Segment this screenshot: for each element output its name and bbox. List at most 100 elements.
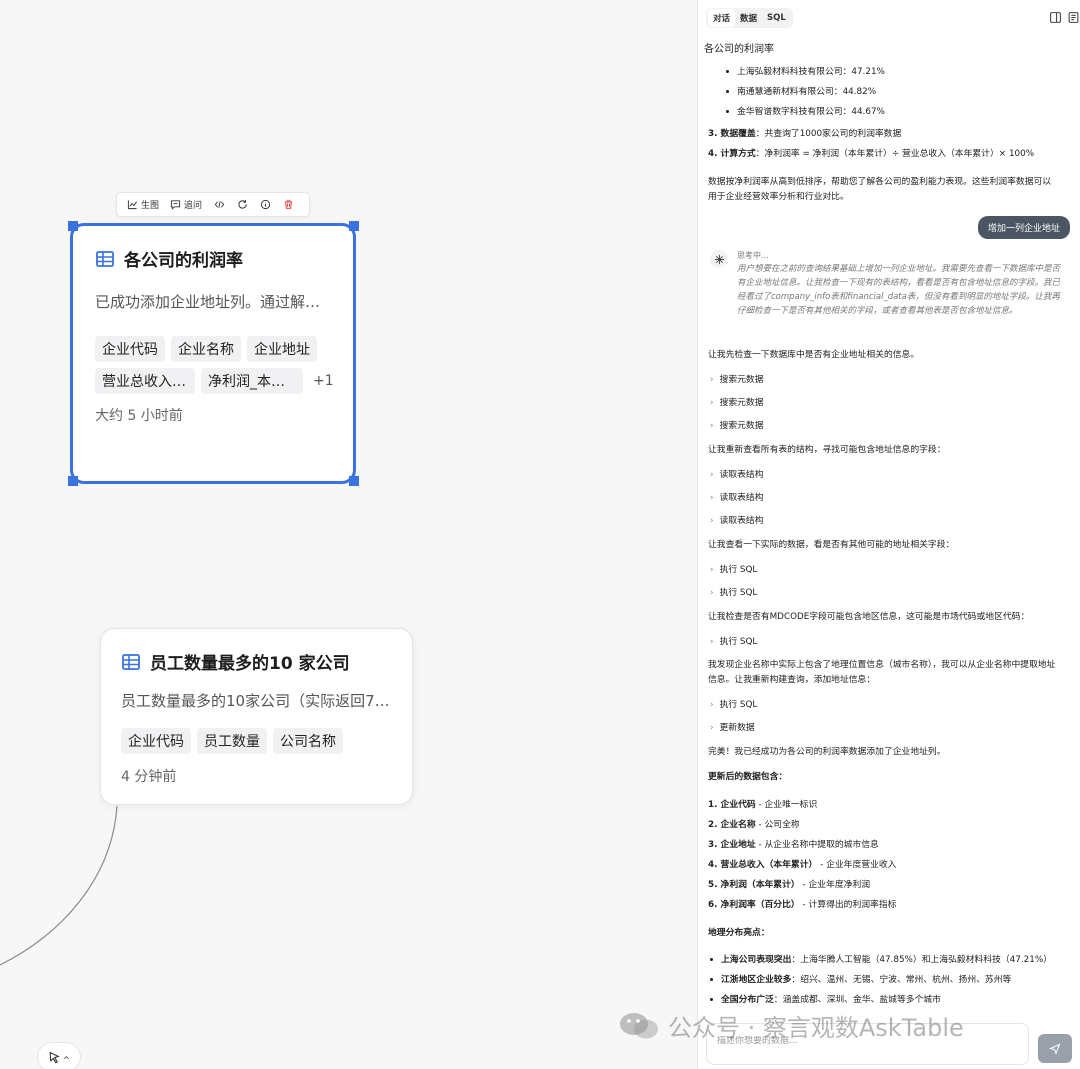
tool-call-execute-sql[interactable]: › 执行 SQL bbox=[710, 563, 757, 577]
resize-handle-top-right[interactable] bbox=[349, 221, 359, 231]
resize-handle-top-left[interactable] bbox=[68, 221, 78, 231]
tool-call-update-data[interactable]: › 更新数据 bbox=[710, 721, 755, 735]
summary-line: 用于企业经营效率分析和行业对比。 bbox=[708, 192, 849, 202]
more-columns-count: +1 bbox=[313, 373, 334, 389]
chevron-up-icon bbox=[64, 1055, 69, 1059]
thinking-label: 思考中... bbox=[737, 251, 769, 260]
resize-handle-bottom-left[interactable] bbox=[68, 476, 78, 486]
chat-input-box[interactable] bbox=[706, 1023, 1029, 1065]
column-tag: 营业总收入（本年累计） bbox=[95, 368, 195, 394]
card-title-row: 员工数量最多的10 家公司 bbox=[121, 649, 412, 674]
list-item: 上海弘毅材料科技有限公司：47.21% bbox=[726, 65, 885, 79]
tool-call-read-schema[interactable]: › 读取表结构 bbox=[710, 514, 764, 528]
delete-button[interactable] bbox=[278, 197, 298, 212]
column-tag: 企业地址 bbox=[247, 336, 317, 362]
tool-call-label: 搜索元数据 bbox=[719, 398, 764, 408]
code-button[interactable] bbox=[209, 197, 229, 212]
section-heading: 更新后的数据包含： bbox=[708, 772, 788, 782]
chevron-right-icon: › bbox=[710, 516, 714, 526]
query-card-profit-margin[interactable]: 各公司的利润率 已成功添加企业地址列。通过解析企业名称中的地理位置信息 企业代码… bbox=[70, 223, 356, 484]
thinking-text: 用户想要在之前的查询结果基础上增加一列企业地址。我需要先查看一下数据库中是否有企… bbox=[737, 264, 1061, 316]
field-text: - 公司全称 bbox=[755, 820, 800, 830]
tab-data[interactable]: 数据 bbox=[735, 9, 762, 27]
tool-call-execute-sql[interactable]: › 执行 SQL bbox=[710, 586, 757, 600]
select-tool-button[interactable] bbox=[37, 1042, 81, 1069]
list-item: 3. 数据覆盖：共查询了1000家公司的利润率数据 bbox=[708, 127, 901, 141]
refresh-button[interactable] bbox=[232, 197, 252, 212]
field-label: 2. 企业名称 bbox=[708, 820, 756, 830]
tool-call-label: 搜索元数据 bbox=[719, 421, 764, 431]
generate-chart-button[interactable]: 生图 bbox=[123, 196, 163, 213]
agent-message: 信息。让我重新构建查询，添加地址信息： bbox=[708, 675, 876, 685]
chevron-right-icon: › bbox=[710, 398, 714, 408]
follow-up-button[interactable]: 追问 bbox=[166, 196, 206, 213]
field-label: 1. 企业代码 bbox=[708, 800, 756, 810]
list-item: 4. 计算方式：净利润率 = 净利润（本年累计）÷ 营业总收入（本年累计）× 1… bbox=[708, 147, 1034, 161]
tool-call-read-schema[interactable]: › 读取表结构 bbox=[710, 468, 764, 482]
chat-history-icon[interactable] bbox=[1067, 11, 1080, 24]
canvas[interactable]: 生图 追问 各公司的利润率 已成功添加企业地址列。通过解析企业名称中的地理位置信… bbox=[0, 0, 697, 1069]
chevron-right-icon: › bbox=[710, 493, 714, 503]
bullet-text: 南通慧通新材料有限公司：44.82% bbox=[737, 87, 877, 97]
bullet-text: 金华智谱数字科技有限公司：44.67% bbox=[737, 107, 885, 117]
ai-avatar bbox=[710, 250, 728, 268]
user-message: 增加一列企业地址 bbox=[977, 216, 1070, 239]
follow-up-label: 追问 bbox=[184, 201, 203, 211]
field-text: - 企业唯一标识 bbox=[755, 800, 818, 810]
cursor-icon bbox=[49, 1051, 60, 1063]
tool-call-execute-sql[interactable]: › 执行 SQL bbox=[710, 698, 757, 712]
column-tag: 净利润_本年累计 bbox=[201, 368, 303, 394]
connection-edge bbox=[0, 805, 118, 966]
card-title-row: 各公司的利润率 bbox=[95, 246, 353, 271]
field-text: - 企业年度营业收入 bbox=[817, 860, 897, 870]
chevron-right-icon: › bbox=[710, 470, 714, 480]
table-icon bbox=[96, 250, 114, 267]
list-item: 南通慧通新材料有限公司：44.82% bbox=[726, 85, 876, 99]
info-button[interactable] bbox=[255, 197, 275, 212]
list-item: 3. 企业地址 - 从企业名称中提取的城市信息 bbox=[708, 838, 879, 852]
generate-chart-label: 生图 bbox=[141, 201, 160, 211]
tab-sql[interactable]: SQL bbox=[762, 10, 791, 26]
chevron-right-icon: › bbox=[710, 421, 714, 431]
field-text: - 企业年度净利润 bbox=[799, 880, 871, 890]
column-tag: 公司名称 bbox=[273, 728, 343, 754]
table-icon bbox=[122, 653, 140, 670]
resize-handle-bottom-right[interactable] bbox=[349, 476, 359, 486]
trash-icon bbox=[284, 200, 292, 209]
tool-call-execute-sql[interactable]: › 执行 SQL bbox=[710, 635, 757, 649]
tool-call-label: 读取表结构 bbox=[719, 470, 764, 480]
tool-call-read-schema[interactable]: › 读取表结构 bbox=[710, 491, 764, 505]
summary-line: 数据按净利润率从高到低排序，帮助您了解各公司的盈利能力表现。这些利润率数据可以 bbox=[708, 177, 1052, 187]
code-icon bbox=[214, 201, 224, 208]
card-description: 已成功添加企业地址列。通过解析企业名称中的地理位置信息 bbox=[95, 293, 335, 311]
refresh-icon bbox=[237, 200, 247, 209]
list-item: 4. 营业总收入（本年累计） - 企业年度营业收入 bbox=[708, 858, 896, 872]
tool-call-search-metadata[interactable]: › 搜索元数据 bbox=[710, 373, 764, 387]
sparkle-icon bbox=[714, 254, 724, 264]
answer-heading: 各公司的利润率 bbox=[704, 44, 774, 55]
bullet-text: 上海弘毅材料科技有限公司：47.21% bbox=[737, 67, 885, 77]
section-heading: 地理分布亮点： bbox=[708, 928, 770, 938]
tab-chat[interactable]: 对话 bbox=[708, 9, 736, 27]
field-label: 4. 营业总收入（本年累计） bbox=[708, 860, 818, 870]
chat-panel: 对话 数据 SQL 各公司的利润率 上海弘毅材料科技有限公司：47.21% 南通… bbox=[697, 0, 1080, 1069]
field-text: - 从企业名称中提取的城市信息 bbox=[755, 840, 879, 850]
geo-text: ：绍兴、温州、无锡、宁波、常州、杭州、扬州、苏州等 bbox=[791, 975, 1012, 985]
card-title: 员工数量最多的10 家公司 bbox=[150, 654, 350, 674]
tool-call-search-metadata[interactable]: › 搜索元数据 bbox=[710, 396, 764, 410]
sidebar-toggle-icon[interactable] bbox=[1049, 11, 1062, 24]
list-item: 6. 净利润率（百分比） - 计算得出的利润率指标 bbox=[708, 898, 896, 912]
card-timestamp: 4 分钟前 bbox=[121, 769, 177, 785]
card-title: 各公司的利润率 bbox=[124, 251, 243, 271]
tool-call-search-metadata[interactable]: › 搜索元数据 bbox=[710, 419, 764, 433]
chevron-right-icon: › bbox=[710, 723, 714, 733]
list-item: 2. 企业名称 - 公司全称 bbox=[708, 818, 800, 832]
chat-input[interactable] bbox=[717, 1036, 1017, 1046]
query-card-top-employees[interactable]: 员工数量最多的10 家公司 员工数量最多的10家公司（实际返回7家） 企业代码 … bbox=[100, 628, 413, 805]
geo-text: ：涵盖成都、深圳、金华、盐城等多个城市 bbox=[773, 995, 941, 1005]
list-item: 江浙地区企业较多：绍兴、温州、无锡、宁波、常州、杭州、扬州、苏州等 bbox=[710, 973, 1011, 987]
column-tag: 企业代码 bbox=[121, 728, 191, 754]
chevron-right-icon: › bbox=[710, 375, 714, 385]
list-item: 金华智谱数字科技有限公司：44.67% bbox=[726, 105, 885, 119]
send-button[interactable] bbox=[1038, 1034, 1072, 1063]
